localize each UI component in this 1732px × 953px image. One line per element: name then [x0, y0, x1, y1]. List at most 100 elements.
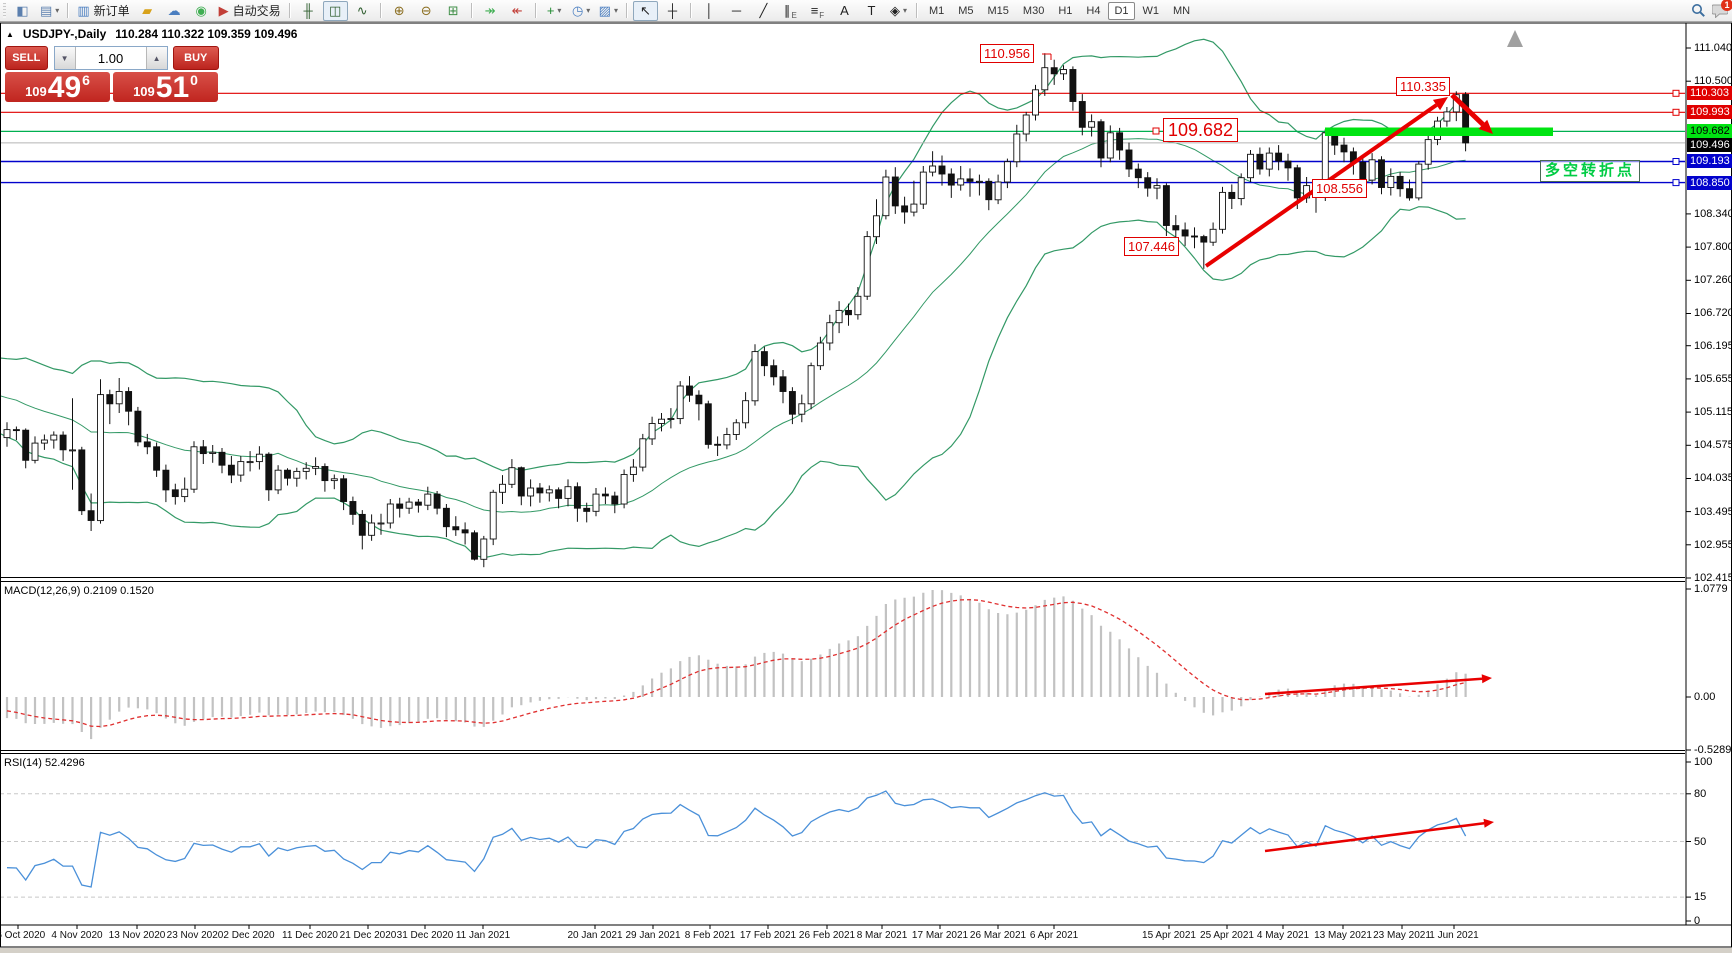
buy-price-prefix: 109: [133, 84, 155, 99]
vertical-line-icon[interactable]: │: [697, 1, 722, 21]
price-label-swing-low[interactable]: 107.446: [1124, 237, 1179, 256]
price-label-high[interactable]: 110.956: [980, 44, 1034, 63]
new-order-button-label: 新订单: [94, 2, 130, 19]
sell-price-sup: 6: [82, 72, 90, 88]
date-label: 20 Jan 2021: [567, 930, 622, 941]
chart-canvas[interactable]: [0, 0, 1732, 953]
rsi-line: [7, 791, 1466, 887]
horizontal-line-icon-glyph: ─: [732, 4, 741, 17]
rsi-axis-label: 80: [1694, 788, 1706, 800]
macd-axis-label: -0.5289: [1694, 744, 1731, 756]
equidistant-channel-icon[interactable]: ∥E: [778, 1, 803, 21]
macd-axis-label: 1.0779: [1694, 583, 1728, 595]
turning-point-label[interactable]: 多空转折点: [1540, 160, 1640, 182]
macd-axis-label: 0.00: [1694, 691, 1715, 703]
signals-icon-glyph: ◉: [195, 4, 206, 17]
vertical-line-icon-glyph: │: [705, 4, 713, 17]
market-icon[interactable]: ☁: [162, 1, 187, 21]
auto-trading-button[interactable]: ▶自动交易: [216, 1, 284, 21]
rsi-axis-label: 100: [1694, 756, 1712, 768]
volume-increase-button[interactable]: ▲: [146, 47, 167, 69]
sell-button[interactable]: SELL: [5, 46, 48, 70]
new-chart-icon[interactable]: ◧: [10, 1, 35, 21]
text-icon[interactable]: A: [832, 1, 857, 21]
price-axis-label: 111.040: [1694, 42, 1732, 54]
price-axis-label: 102.955: [1694, 539, 1732, 551]
templates-button[interactable]: ▨▾: [596, 1, 621, 21]
line-handle[interactable]: [1673, 159, 1679, 165]
search-icon[interactable]: [1691, 3, 1706, 18]
line-chart-icon-glyph: ∿: [357, 4, 368, 17]
chat-icon[interactable]: 1: [1712, 3, 1728, 18]
indicators-button[interactable]: +▾: [542, 1, 567, 21]
dropdown-caret-icon: ▾: [903, 6, 907, 15]
cursor-icon[interactable]: ↖: [633, 1, 658, 21]
label-handle[interactable]: [1153, 128, 1159, 134]
timeframe-mn[interactable]: MN: [1167, 2, 1196, 20]
price-label-recent-high[interactable]: 110.335: [1396, 77, 1450, 96]
price-axis-label: 105.115: [1694, 406, 1732, 418]
new-order-button[interactable]: ▥新订单: [74, 1, 132, 21]
timeframe-w1[interactable]: W1: [1137, 2, 1166, 20]
candlestick-chart-icon[interactable]: ◫: [323, 1, 348, 21]
date-label: 17 Mar 2021: [912, 930, 968, 941]
date-label: 29 Jan 2021: [625, 930, 680, 941]
timeframe-m30[interactable]: M30: [1017, 2, 1050, 20]
buy-button[interactable]: BUY: [173, 46, 219, 70]
timeframe-h1[interactable]: H1: [1052, 2, 1078, 20]
price-label-minor-low[interactable]: 108.556: [1312, 179, 1367, 198]
price-axis-label: 105.655: [1694, 373, 1732, 385]
tile-windows-icon[interactable]: ⊞: [441, 1, 466, 21]
line-chart-icon[interactable]: ∿: [350, 1, 375, 21]
templates-glyph: ▨: [599, 4, 611, 17]
macd-indicator-label: MACD(12,26,9) 0.2109 0.1520: [4, 585, 154, 597]
collapse-icon[interactable]: ▲: [6, 30, 14, 39]
price-badge-109.496: 109.496: [1687, 138, 1732, 152]
trendline-icon[interactable]: ╱: [751, 1, 776, 21]
date-label: 26 Oct 2020: [0, 930, 45, 941]
timeframe-m5[interactable]: M5: [952, 2, 979, 20]
buy-price-button[interactable]: 109510: [113, 72, 218, 102]
date-label: 13 May 2021: [1314, 930, 1372, 941]
periods-button[interactable]: ◷▾: [569, 1, 594, 21]
zoom-out-icon[interactable]: ⊖: [414, 1, 439, 21]
arrows-button[interactable]: ◈▾: [886, 1, 911, 21]
chart-title: ▲ USDJPY-,Daily 110.284 110.322 109.359 …: [6, 27, 297, 41]
timeframe-m1[interactable]: M1: [923, 2, 950, 20]
toolbar-buttons: ◧▤▾▥新订单▰☁◉▶自动交易╫◫∿⊕⊖⊞↠↞+▾◷▾▨▾↖┼│─╱∥E≡FAT…: [0, 1, 1197, 21]
toolbar-separator: [471, 3, 473, 18]
timeframe-m15[interactable]: M15: [982, 2, 1015, 20]
volume-input[interactable]: 1.00: [76, 47, 146, 69]
sell-price-button[interactable]: 109496: [5, 72, 110, 102]
line-handle[interactable]: [1673, 109, 1679, 115]
price-label-resistance[interactable]: 109.682: [1163, 118, 1238, 142]
chart-shift-icon[interactable]: ↞: [505, 1, 530, 21]
auto-scroll-icon[interactable]: ↠: [478, 1, 503, 21]
timeframe-d1[interactable]: D1: [1108, 2, 1134, 20]
text-label-icon[interactable]: T: [859, 1, 884, 21]
toolbar-separator: [67, 3, 69, 18]
horizontal-line-icon[interactable]: ─: [724, 1, 749, 21]
gold-icon[interactable]: ▰: [135, 1, 160, 21]
chart-shift-marker[interactable]: [1507, 30, 1523, 47]
line-handle[interactable]: [1673, 90, 1679, 96]
line-handle[interactable]: [1673, 180, 1679, 186]
timeframe-h4[interactable]: H4: [1080, 2, 1106, 20]
date-label: 8 Mar 2021: [857, 930, 908, 941]
zoom-in-icon[interactable]: ⊕: [387, 1, 412, 21]
crosshair-icon[interactable]: ┼: [660, 1, 685, 21]
toolbar-separator: [535, 3, 537, 18]
buy-price-big: 51: [156, 74, 189, 101]
date-label: 26 Feb 2021: [799, 930, 855, 941]
bar-chart-icon[interactable]: ╫: [296, 1, 321, 21]
profiles-icon[interactable]: ▤▾: [37, 1, 62, 21]
green-zone-bar[interactable]: [1325, 128, 1553, 137]
fibonacci-icon[interactable]: ≡F: [805, 1, 830, 21]
signals-icon[interactable]: ◉: [189, 1, 214, 21]
rsi-axis-label: 15: [1694, 891, 1706, 903]
macd-trend-arrow[interactable]: [1265, 674, 1492, 694]
date-label: 11 Dec 2020: [282, 930, 338, 941]
text-label-icon-glyph: T: [867, 4, 875, 17]
macd-histogram: [7, 590, 1466, 739]
volume-decrease-button[interactable]: ▼: [55, 47, 76, 69]
